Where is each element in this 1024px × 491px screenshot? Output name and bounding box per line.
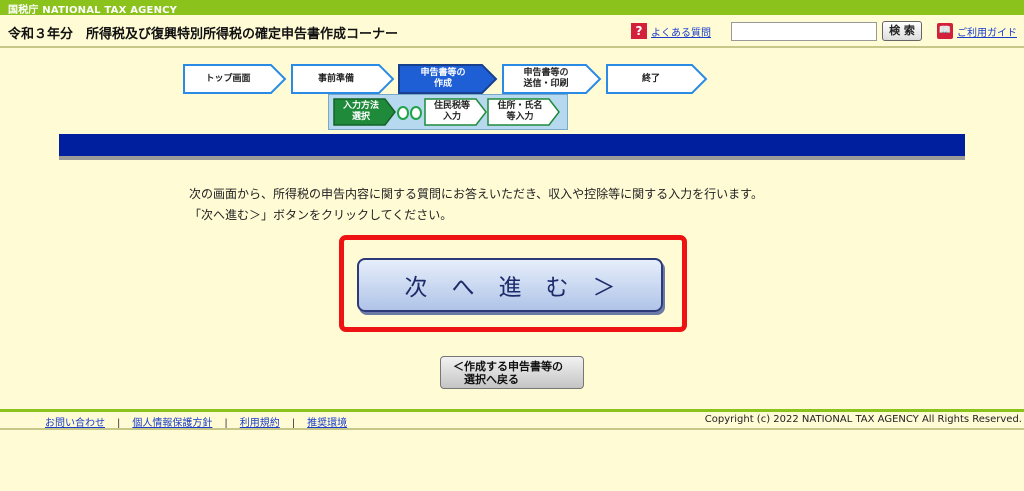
substep-address: 住所・氏名 等入力 (487, 98, 561, 126)
progress-dots (397, 106, 423, 120)
header: 令和３年分 所得税及び復興特別所得税の確定申告書作成コーナー ? よくある質問 … (0, 15, 1024, 48)
next-button[interactable]: 次へ進む＞ (357, 258, 663, 312)
book-icon: 📖 (937, 23, 953, 39)
instruction-text: 次の画面から、所得税の申告内容に関する質問にお答えいただき、収入や控除等に関する… (189, 184, 763, 226)
footer-links: お問い合わせ | 個人情報保護方針 | 利用規約 | 推奨環境 (45, 418, 348, 429)
step-label: 申告書等の 送信・印刷 (523, 68, 569, 89)
content-header-bar (59, 134, 965, 156)
page-title: 令和３年分 所得税及び復興特別所得税の確定申告書作成コーナー (8, 27, 399, 42)
step-label: 事前準備 (317, 73, 354, 84)
step-top: トップ画面 (183, 64, 287, 94)
step-label: トップ画面 (205, 73, 251, 84)
guide-link[interactable]: 📖 ご利用ガイド (937, 23, 1017, 39)
substep-label: 住所・氏名 等入力 (497, 101, 543, 122)
step-label: 申告書等の 作成 (420, 68, 466, 89)
copyright: Copyright (c) 2022 NATIONAL TAX AGENCY A… (704, 414, 1022, 425)
content-header-shadow (59, 156, 965, 160)
next-button-label: 次へ進む＞ (404, 275, 640, 301)
step-label: 終了 (641, 73, 660, 84)
faq-link[interactable]: ? よくある質問 (631, 23, 711, 39)
substep-resident-tax: 住民税等 入力 (424, 98, 488, 126)
agency-bar: 国税庁 NATIONAL TAX AGENCY (0, 0, 1024, 16)
search-input[interactable] (731, 22, 877, 41)
faq-label[interactable]: よくある質問 (651, 24, 711, 39)
step-prep: 事前準備 (291, 64, 395, 94)
search-button[interactable]: 検 索 (882, 21, 922, 41)
guide-label[interactable]: ご利用ガイド (957, 24, 1017, 39)
instruction-line-1: 次の画面から、所得税の申告内容に関する質問にお答えいただき、収入や控除等に関する… (189, 187, 763, 201)
agency-name: 国税庁 NATIONAL TAX AGENCY (8, 5, 178, 16)
substep-label: 住民税等 入力 (433, 101, 470, 122)
sub-progress-steps: 入力方法 選択 住民税等 入力 住所・氏名 等入力 (328, 94, 568, 130)
step-end: 終了 (606, 64, 708, 94)
substep-method: 入力方法 選択 (333, 98, 397, 126)
substep-label: 入力方法 選択 (342, 101, 379, 122)
step-send-print: 申告書等の 送信・印刷 (502, 64, 602, 94)
footer: お問い合わせ | 個人情報保護方針 | 利用規約 | 推奨環境 Copyright (c) … (0, 412, 1024, 429)
step-create: 申告書等の 作成 (398, 64, 498, 94)
footer-bottom-line (0, 428, 1024, 430)
instruction-line-2: 「次へ進む＞」ボタンをクリックしてください。 (189, 208, 453, 222)
question-icon: ? (631, 23, 647, 39)
back-button[interactable]: ＜作成する申告書等の 選択へ戻る (440, 356, 584, 389)
